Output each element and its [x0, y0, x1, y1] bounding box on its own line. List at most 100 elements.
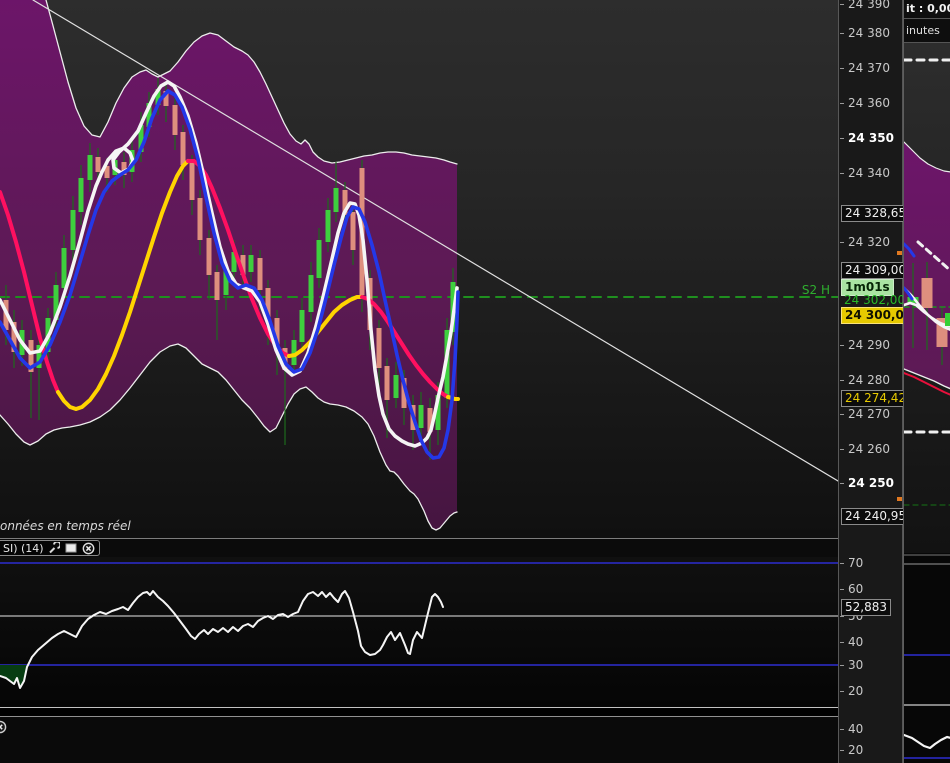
tick-mark	[840, 138, 844, 139]
tick-mark	[840, 33, 844, 34]
tick-label: 24 280	[848, 373, 890, 387]
bollinger-band-fill	[0, 0, 457, 530]
candle-down	[95, 157, 101, 172]
price-tick: 24 370	[839, 60, 902, 76]
close-icon[interactable]	[82, 542, 95, 555]
bottom-indicator-panel[interactable]	[0, 717, 838, 763]
price-tick: 24 270	[839, 406, 902, 422]
candle-up	[248, 255, 254, 272]
tick-label: 24 350	[848, 131, 894, 145]
candle-up	[78, 178, 84, 212]
price-tick: 24 280	[839, 372, 902, 388]
tick-mark	[840, 563, 844, 564]
divider	[904, 42, 950, 43]
rsi-tick: 60	[839, 581, 902, 597]
price-level-box: 24 328,65	[841, 205, 911, 222]
candle-down	[172, 105, 178, 135]
price-tick: 24 250	[839, 475, 902, 491]
tick-mark	[840, 589, 844, 590]
profit-readout: it : 0,00 $	[906, 2, 950, 15]
tick-label: 60	[848, 582, 864, 596]
secondary-chart-panel[interactable]: it : 0,00 $ inutes	[903, 0, 950, 763]
candle-down	[189, 162, 195, 200]
close-icon[interactable]	[0, 719, 7, 738]
tick-mark	[840, 414, 844, 415]
rsi-tick: 40	[839, 634, 902, 650]
slow-ma-value-box: 24 274,42	[841, 390, 911, 407]
tick-mark	[840, 173, 844, 174]
tick-label: 30	[848, 658, 864, 672]
tick-label: 24 320	[848, 235, 890, 249]
main-chart-canvas	[0, 0, 838, 531]
price-axis[interactable]: 24 390 24 380 24 370 24 360 24 350 24 340 24 3…	[838, 0, 917, 763]
indicator-tick: 20	[839, 742, 902, 758]
candle-up	[316, 240, 322, 278]
tick-label: 40	[848, 635, 864, 649]
price-tick: 24 320	[839, 234, 902, 250]
rsi-indicator-label: SI) (14)	[3, 541, 44, 555]
candle-down	[376, 328, 382, 368]
candle-down	[921, 278, 933, 308]
candle-up	[333, 188, 339, 212]
candle-up	[418, 405, 424, 428]
indicator-header-bar: SI) (14)	[0, 539, 838, 557]
secondary-rsi-bg	[904, 553, 950, 763]
price-tick: 24 290	[839, 337, 902, 353]
tick-label: 24 370	[848, 61, 890, 75]
tick-mark	[840, 729, 844, 730]
price-level-box: 24 309,00	[841, 262, 911, 279]
tick-mark	[840, 4, 844, 5]
rsi-canvas	[0, 562, 839, 689]
price-level-box: 24 240,95	[841, 508, 911, 525]
maximize-icon[interactable]	[65, 542, 78, 555]
tick-label: 20	[848, 743, 864, 757]
rsi-panel[interactable]	[0, 557, 839, 707]
tick-mark	[840, 103, 844, 104]
rsi-tick: 20	[839, 683, 902, 699]
tick-label: 24 260	[848, 442, 890, 456]
candle-up	[308, 275, 314, 312]
divider	[904, 18, 950, 19]
candle-up	[393, 375, 399, 398]
tick-label: 20	[848, 684, 864, 698]
candle-down	[384, 366, 390, 400]
tick-label: 24 250	[848, 476, 894, 490]
tick-label: 24 270	[848, 407, 890, 421]
tick-label: 70	[848, 556, 864, 570]
rsi-indicator-chip[interactable]: SI) (14)	[0, 540, 100, 556]
candle-down	[257, 258, 263, 290]
price-tick: 24 360	[839, 95, 902, 111]
candle-up	[299, 310, 305, 342]
wrench-icon[interactable]	[48, 542, 61, 555]
tick-mark	[840, 380, 844, 381]
alert-marker	[897, 251, 902, 255]
tick-label: 24 380	[848, 26, 890, 40]
tick-label: 24 360	[848, 96, 890, 110]
candle-up	[325, 210, 331, 242]
tick-mark	[840, 242, 844, 243]
indicator-tick: 40	[839, 721, 902, 737]
candle-up	[70, 210, 76, 250]
price-tick: 24 260	[839, 441, 902, 457]
tick-label: 40	[848, 722, 864, 736]
candle-down	[197, 198, 203, 240]
realtime-data-note: onnées en temps réel	[0, 519, 131, 533]
tick-label: 24 290	[848, 338, 890, 352]
rsi-curve	[0, 590, 444, 689]
tick-label: 24 390	[848, 0, 890, 11]
candle-down	[206, 238, 212, 275]
secondary-chart-canvas	[904, 43, 950, 763]
price-tick: 24 350	[839, 130, 902, 146]
price-tick: 24 380	[839, 25, 902, 41]
price-tick: 24 390	[839, 0, 902, 12]
rsi-tick: 70	[839, 555, 902, 571]
alert-marker	[897, 497, 902, 501]
tick-mark	[840, 750, 844, 751]
tick-mark	[840, 449, 844, 450]
panel-separator[interactable]	[0, 707, 903, 708]
tick-mark	[840, 691, 844, 692]
tick-mark	[840, 642, 844, 643]
main-chart[interactable]: S2 H onnées en temps réel	[0, 0, 838, 539]
s2-pivot-label: S2 H	[801, 283, 830, 297]
timeframe-label: inutes	[906, 24, 940, 37]
